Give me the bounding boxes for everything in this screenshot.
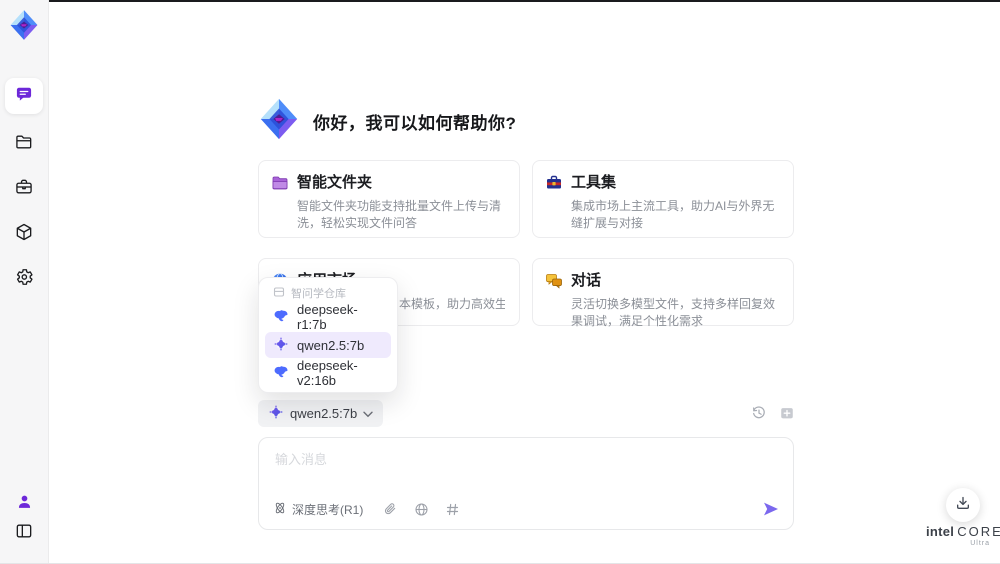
grid-icon[interactable] bbox=[443, 500, 461, 518]
model-option-label: qwen2.5:7b bbox=[297, 337, 365, 353]
model-selector[interactable]: qwen2.5:7b bbox=[258, 400, 384, 427]
card-title: 工具集 bbox=[571, 174, 617, 191]
deepseek-icon bbox=[273, 308, 289, 327]
card-description: 智能文件夹功能支持批量文件上传与清洗，轻松实现文件问答 bbox=[297, 199, 502, 230]
smart-folder-icon bbox=[271, 174, 289, 192]
model-selector-label: qwen2.5:7b bbox=[290, 406, 358, 421]
model-option-deepseek-r1[interactable]: deepseek-r1:7b bbox=[265, 302, 391, 332]
sidebar-item-models[interactable] bbox=[5, 216, 43, 252]
history-icon[interactable] bbox=[750, 404, 768, 422]
folder-icon bbox=[14, 132, 34, 157]
gear-icon bbox=[14, 267, 34, 292]
page-title: 你好，我可以如何帮助你? bbox=[313, 114, 517, 133]
model-option-label: deepseek-v2:16b bbox=[297, 358, 358, 388]
model-option-label: deepseek-r1:7b bbox=[297, 302, 358, 332]
globe-icon[interactable] bbox=[412, 500, 430, 518]
cube-icon bbox=[14, 222, 34, 247]
card-dialog[interactable]: 对话 灵活切换多模型文件，支持多样回复效果调试，满足个性化需求 bbox=[532, 258, 794, 328]
intel-core-ultra-logo: intel CORE Ultra bbox=[926, 524, 1000, 547]
composer-attachment-icons bbox=[381, 500, 461, 518]
message-composer: 深度思考(R1) bbox=[258, 437, 794, 530]
model-dropdown-header-label: 智问学仓库 bbox=[291, 288, 346, 300]
new-chat-icon[interactable] bbox=[778, 404, 796, 422]
deep-think-icon bbox=[273, 501, 287, 518]
qwen-icon bbox=[268, 404, 284, 423]
card-description-partial: 本模板，助力高效生成多 bbox=[399, 297, 505, 311]
deep-think-toggle[interactable]: 深度思考(R1) bbox=[273, 501, 363, 518]
panel-toggle-icon bbox=[14, 521, 34, 546]
app-window: 你好，我可以如何帮助你? 智能文件夹 智能文件夹功能支持批量文件上传与清洗，轻松… bbox=[0, 0, 1000, 564]
library-icon bbox=[273, 286, 285, 301]
download-icon bbox=[955, 495, 971, 516]
sidebar bbox=[0, 0, 49, 563]
core-wordmark: CORE bbox=[957, 524, 1000, 539]
download-fab[interactable] bbox=[946, 488, 980, 522]
sidebar-item-chat[interactable] bbox=[5, 78, 43, 114]
user-icon bbox=[15, 492, 34, 516]
deep-think-label: 深度思考(R1) bbox=[292, 502, 364, 517]
chevron-down-icon bbox=[363, 406, 373, 421]
app-logo-icon bbox=[7, 8, 41, 42]
conversation-actions bbox=[750, 404, 796, 422]
briefcase-icon bbox=[14, 177, 34, 202]
composer-toolbar: 深度思考(R1) bbox=[273, 498, 781, 520]
sidebar-item-panel-toggle[interactable] bbox=[5, 515, 43, 551]
model-dropdown-menu: 智问学仓库 deepseek-r1:7b qwen2.5:7b deepseek… bbox=[258, 277, 398, 393]
hero-logo-icon bbox=[256, 96, 302, 142]
card-title: 对话 bbox=[571, 272, 602, 289]
model-dropdown-header: 智问学仓库 bbox=[265, 284, 391, 302]
dialog-icon bbox=[545, 272, 563, 290]
message-input[interactable] bbox=[273, 447, 777, 496]
model-option-qwen[interactable]: qwen2.5:7b bbox=[265, 332, 391, 358]
toolbox-icon bbox=[545, 174, 563, 192]
card-toolset[interactable]: 工具集 集成市场上主流工具，助力AI与外界无缝扩展与对接 bbox=[532, 160, 794, 238]
window-top-edge bbox=[48, 0, 1000, 2]
sidebar-item-toolbox[interactable] bbox=[5, 171, 43, 207]
deepseek-icon bbox=[273, 364, 289, 383]
qwen-icon bbox=[273, 336, 289, 355]
sidebar-item-settings[interactable] bbox=[5, 261, 43, 297]
sidebar-item-folders[interactable] bbox=[5, 126, 43, 162]
model-option-deepseek-v2[interactable]: deepseek-v2:16b bbox=[265, 358, 391, 388]
card-description: 集成市场上主流工具，助力AI与外界无缝扩展与对接 bbox=[571, 199, 775, 230]
paperclip-icon[interactable] bbox=[381, 500, 399, 518]
send-button[interactable] bbox=[761, 499, 781, 519]
card-smart-folder[interactable]: 智能文件夹 智能文件夹功能支持批量文件上传与清洗，轻松实现文件问答 bbox=[258, 160, 520, 238]
card-description: 灵活切换多模型文件，支持多样回复效果调试，满足个性化需求 bbox=[571, 297, 776, 328]
ultra-wordmark: Ultra bbox=[970, 540, 990, 547]
chat-icon bbox=[14, 84, 34, 109]
intel-wordmark: intel bbox=[926, 524, 955, 539]
card-title: 智能文件夹 bbox=[297, 174, 373, 191]
